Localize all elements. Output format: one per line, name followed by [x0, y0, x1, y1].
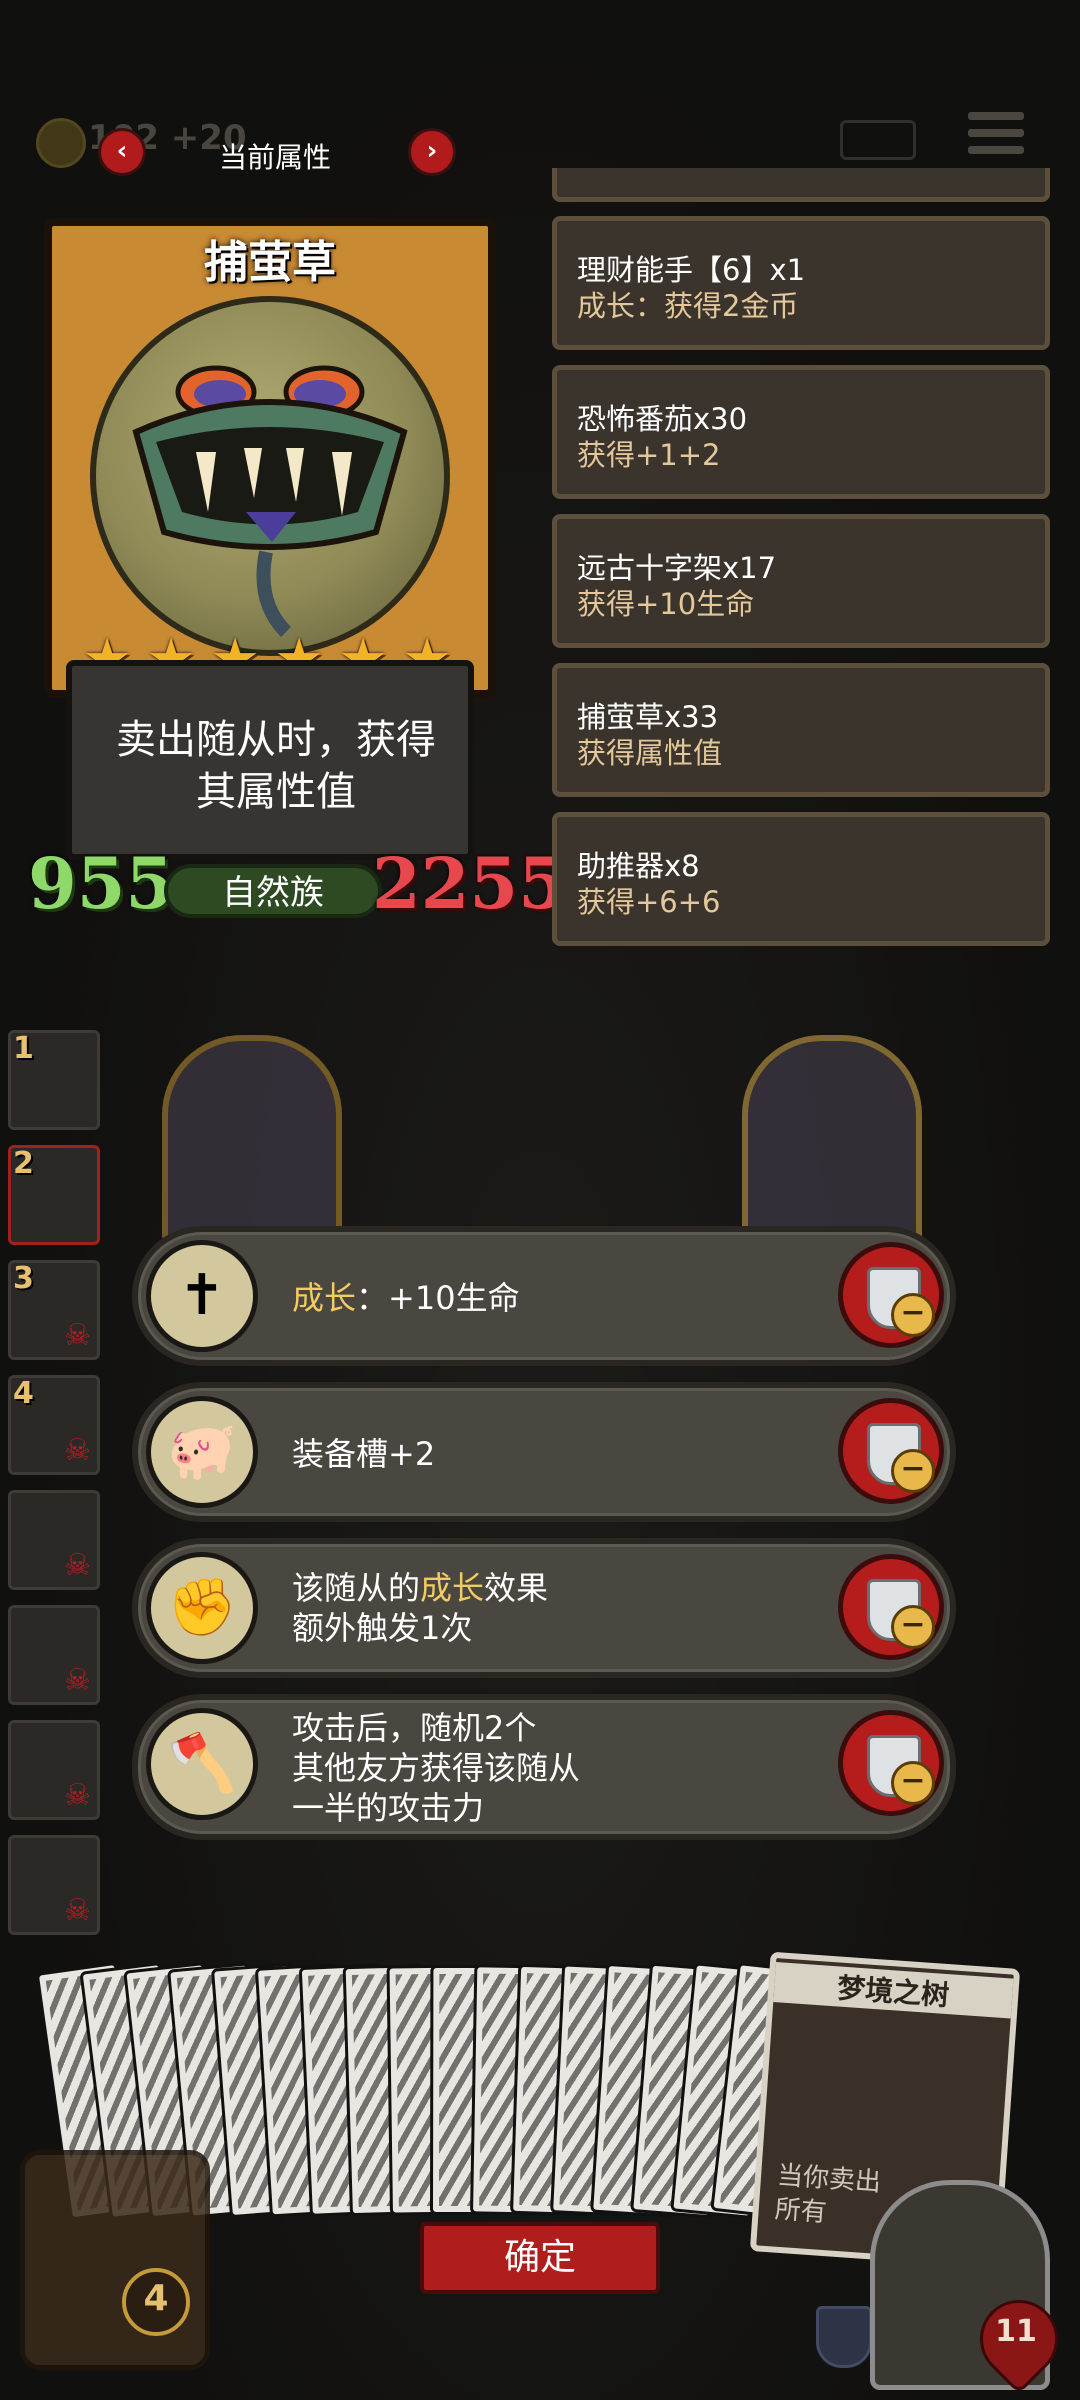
minus-icon: −: [891, 1761, 935, 1805]
health-value: 2255: [372, 842, 567, 925]
menu-icon[interactable]: [968, 112, 1024, 164]
remove-equipment-button[interactable]: −: [838, 1242, 944, 1348]
skull-icon: ☠: [64, 1318, 91, 1353]
minus-icon: −: [891, 1605, 935, 1649]
team-slot[interactable]: ☠: [8, 1720, 100, 1820]
team-slot[interactable]: 1: [8, 1030, 100, 1130]
skull-icon: ☠: [64, 1893, 91, 1928]
history-item: 捕萤草x33 获得属性值: [552, 663, 1050, 797]
skull-icon: ☠: [64, 1778, 91, 1813]
hero-health: 11: [995, 2314, 1037, 2349]
history-item-effect: 获得+1+2: [577, 438, 721, 472]
equipment-row: 🪓 攻击后，随机2个 其他友方获得该随从 一半的攻击力 −: [132, 1694, 956, 1840]
equipment-row: ✊ 该随从的成长效果 额外触发1次 −: [132, 1538, 956, 1678]
attribute-title: 当前属性: [218, 141, 331, 174]
team-slot-selected[interactable]: 2: [8, 1145, 100, 1245]
axe-icon: 🪓: [146, 1708, 258, 1820]
prev-arrow-button[interactable]: ‹: [98, 128, 146, 176]
history-item: 助推器x8 获得+6+6: [552, 812, 1050, 946]
history-item-partial: [552, 168, 1050, 202]
skull-icon: ☠: [64, 1433, 91, 1468]
slot-number: 2: [13, 1146, 34, 1181]
remove-equipment-button[interactable]: −: [838, 1398, 944, 1504]
equipment-keyword: 成长: [292, 1279, 357, 1317]
history-item-effect: 获得+10生命: [577, 587, 755, 621]
equipment-text-pre: 该随从的: [292, 1569, 421, 1607]
pig-icon: 🐖: [146, 1396, 258, 1508]
equipment-text: 攻击后，随机2个 其他友方获得该随从 一半的攻击力: [292, 1708, 580, 1828]
next-arrow-button[interactable]: ›: [408, 128, 456, 176]
history-item: 恐怖番茄x30 获得+1+2: [552, 365, 1050, 499]
card-description: 卖出随从时，获得 其属性值: [90, 714, 462, 818]
equipment-text: 该随从的成长效果 额外触发1次: [292, 1568, 548, 1648]
desc-line-2: 其属性值: [196, 769, 356, 815]
equipment-text-line3: 一半的攻击力: [292, 1789, 485, 1827]
history-item: 远古十字架x17 获得+10生命: [552, 514, 1050, 648]
equipment-effect: 装备槽+2: [292, 1435, 436, 1473]
gauntlet-icon: ✊: [146, 1552, 258, 1664]
plant-monster-icon: [132, 365, 408, 637]
desc-line-1: 卖出随从时，获得: [116, 717, 436, 763]
equipment-text-line2: 额外触发1次: [292, 1609, 473, 1647]
minion-portrait: [90, 296, 450, 656]
skull-icon: ☠: [64, 1548, 91, 1583]
slot-number: 4: [13, 1376, 34, 1411]
slot-number: 1: [13, 1031, 34, 1066]
minus-icon: −: [891, 1293, 935, 1337]
team-slot[interactable]: ☠: [8, 1490, 100, 1590]
history-item-effect: 成长：获得2金币: [577, 289, 799, 323]
team-slot[interactable]: ☠: [8, 1605, 100, 1705]
dream-card-desc: 当你卖出 所有: [774, 2159, 883, 2234]
slot-number: 3: [13, 1261, 34, 1296]
history-item-effect: 获得+6+6: [577, 885, 721, 919]
equipment-text-line2: 其他友方获得该随从: [292, 1749, 581, 1787]
equipment-bag[interactable]: [20, 2150, 210, 2370]
equipment-effect: +10生命: [388, 1279, 520, 1317]
team-slot[interactable]: ☠: [8, 1835, 100, 1935]
remove-equipment-button[interactable]: −: [838, 1554, 944, 1660]
skull-icon: ☠: [64, 1663, 91, 1698]
equipment-text: 成长：+10生命: [292, 1278, 520, 1318]
equipment-keyword: 成长: [420, 1569, 485, 1607]
confirm-button[interactable]: 确定: [420, 2222, 660, 2294]
tribe-badge: 自然族: [164, 864, 382, 918]
attack-value: 955: [28, 842, 175, 925]
dream-card-name: 梦境之树: [773, 1962, 1014, 2019]
shield-icon: [816, 2306, 872, 2368]
team-slot[interactable]: 4 ☠: [8, 1375, 100, 1475]
minion-jester: [162, 1035, 342, 1245]
history-item-effect: 获得属性值: [577, 736, 723, 770]
team-slot[interactable]: 3 ☠: [8, 1260, 100, 1360]
bag-count: 4: [122, 2268, 190, 2336]
card-description-box: 卖出随从时，获得 其属性值: [66, 660, 474, 860]
gold-coin-icon: [36, 118, 86, 168]
battery-icon: [840, 120, 916, 160]
remove-equipment-button[interactable]: −: [838, 1710, 944, 1816]
equipment-separator: ：: [356, 1279, 389, 1317]
equipment-row: ✝ 成长：+10生命 −: [132, 1226, 956, 1366]
minion-card: 捕萤草 ★ ★ ★ ★ ★ ★ 卖出随从时，获得 其属性值: [44, 218, 496, 878]
history-item: 理财能手【6】x1 成长：获得2金币: [552, 216, 1050, 350]
minus-icon: −: [891, 1449, 935, 1493]
equipment-text-line1: 攻击后，随机2个: [292, 1709, 537, 1747]
card-name: 捕萤草: [204, 237, 336, 288]
minion-elf: [742, 1035, 922, 1245]
equipment-row: 🐖 装备槽+2 −: [132, 1382, 956, 1522]
cross-icon: ✝: [146, 1240, 258, 1352]
equipment-text-post: 效果: [484, 1569, 549, 1607]
